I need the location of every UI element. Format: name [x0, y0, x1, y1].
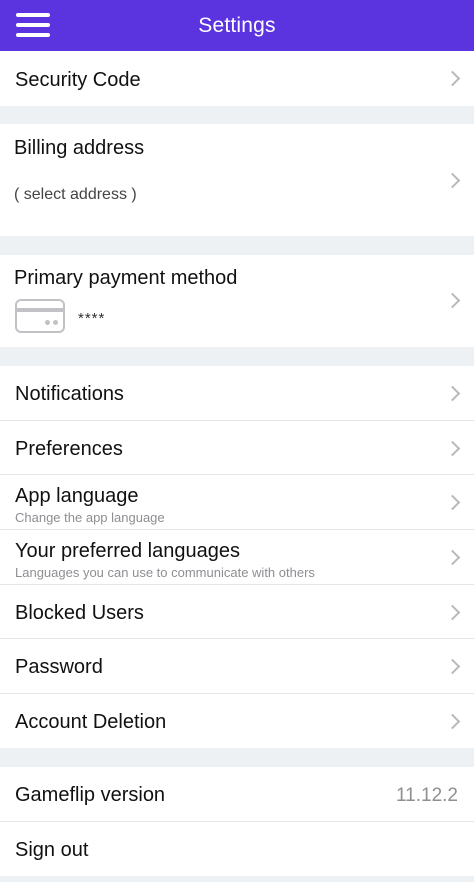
preferred-languages-label: Your preferred languages: [15, 540, 240, 562]
notifications-label: Notifications: [15, 383, 124, 405]
chevron-right-icon: [444, 658, 461, 675]
notifications-row[interactable]: Notifications: [0, 366, 474, 421]
sign-out-label: Sign out: [15, 839, 89, 861]
chevron-right-icon: [444, 385, 461, 402]
preferences-label: Preferences: [15, 438, 123, 460]
credit-card-icon: [15, 299, 65, 333]
chevron-right-icon: [444, 172, 461, 189]
app-language-row[interactable]: App language Change the app language: [0, 475, 474, 530]
preferred-languages-row[interactable]: Your preferred languages Languages you c…: [0, 530, 474, 585]
billing-section: Billing address ( select address ): [0, 124, 474, 236]
sign-out-row[interactable]: Sign out: [0, 822, 474, 876]
app-header: Settings: [0, 0, 474, 51]
settings-list: Notifications Preferences App language C…: [0, 366, 474, 748]
billing-address-value: ( select address ): [14, 186, 137, 203]
version-row: Gameflip version 11.12.2: [0, 767, 474, 822]
blocked-users-row[interactable]: Blocked Users: [0, 585, 474, 639]
footer-section: Gameflip version 11.12.2 Sign out: [0, 767, 474, 876]
security-section: Security Code: [0, 51, 474, 106]
chevron-right-icon: [444, 604, 461, 621]
security-code-row[interactable]: Security Code: [0, 51, 474, 106]
app-language-label: App language: [15, 485, 139, 507]
preferred-languages-description: Languages you can use to communicate wit…: [15, 565, 315, 580]
chevron-right-icon: [444, 292, 461, 309]
version-label: Gameflip version: [15, 784, 166, 806]
security-code-label: Security Code: [15, 69, 141, 91]
chevron-right-icon: [444, 494, 461, 511]
version-value: 11.12.2: [396, 785, 458, 806]
primary-payment-row[interactable]: Primary payment method ****: [0, 255, 474, 347]
billing-address-row[interactable]: Billing address ( select address ): [0, 124, 474, 236]
account-deletion-row[interactable]: Account Deletion: [0, 694, 474, 748]
page-title: Settings: [198, 13, 276, 37]
password-row[interactable]: Password: [0, 639, 474, 694]
payment-section: Primary payment method ****: [0, 255, 474, 347]
app-language-description: Change the app language: [15, 510, 165, 525]
blocked-users-label: Blocked Users: [15, 602, 144, 624]
chevron-right-icon: [444, 713, 461, 730]
preferences-row[interactable]: Preferences: [0, 421, 474, 475]
password-label: Password: [15, 656, 103, 678]
account-deletion-label: Account Deletion: [15, 711, 167, 733]
masked-card-number: ****: [78, 310, 106, 327]
menu-icon[interactable]: [16, 11, 50, 39]
primary-payment-label: Primary payment method: [14, 267, 238, 289]
billing-address-label: Billing address: [14, 137, 145, 159]
chevron-right-icon: [444, 70, 461, 87]
chevron-right-icon: [444, 440, 461, 457]
chevron-right-icon: [444, 549, 461, 566]
